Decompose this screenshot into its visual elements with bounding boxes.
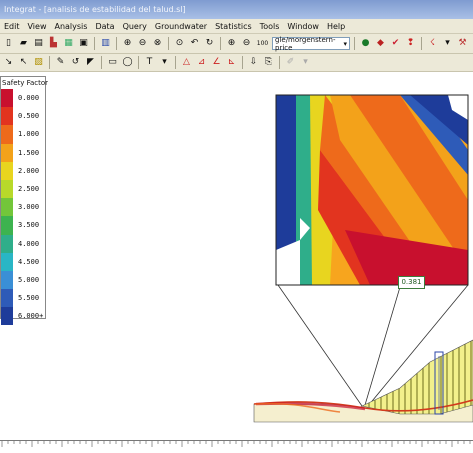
table-icon[interactable]: ▦ xyxy=(62,37,75,50)
chevron-down-icon[interactable]: ▾ xyxy=(158,56,171,69)
dimension-icon[interactable]: ⊾ xyxy=(225,56,238,69)
query-icon[interactable]: ☇ xyxy=(426,37,439,50)
chevron-down-icon[interactable]: ▾ xyxy=(299,56,312,69)
new-file-icon[interactable]: ▯ xyxy=(2,37,15,50)
toolbar-separator xyxy=(421,37,422,50)
method-select[interactable]: gle/morgenstern-price ▾ xyxy=(272,35,350,52)
ellipse-icon[interactable]: ◯ xyxy=(121,56,134,69)
window-title: Integrat - [analisis de estabilidad del … xyxy=(4,5,186,14)
horizontal-ruler xyxy=(0,440,473,451)
menu-item-help[interactable]: Help xyxy=(323,22,349,31)
menu-item-analysis[interactable]: Analysis xyxy=(50,22,91,31)
toolbar-separator xyxy=(175,56,176,69)
toolbar-separator xyxy=(49,56,50,69)
toolbar-separator xyxy=(101,56,102,69)
zoom-window-icon[interactable]: ⊗ xyxy=(151,37,164,50)
pencil-icon[interactable]: ✎ xyxy=(54,56,67,69)
menu-item-edit[interactable]: Edit xyxy=(0,22,24,31)
min-safety-factor-label: 0.381 xyxy=(398,276,425,289)
text-tool-icon[interactable]: T xyxy=(143,56,156,69)
export-icon[interactable]: ▣ xyxy=(77,37,90,50)
region-icon[interactable]: ▨ xyxy=(32,56,45,69)
zoom-level-label[interactable]: 100 xyxy=(255,37,270,50)
menu-item-window[interactable]: Window xyxy=(283,22,323,31)
menu-item-tools[interactable]: Tools xyxy=(256,22,284,31)
slope-cross-section xyxy=(253,339,473,423)
results-icon[interactable]: ◆ xyxy=(374,37,387,50)
edit-disabled-icon[interactable]: ✐ xyxy=(284,56,297,69)
angle-icon[interactable]: ∠ xyxy=(210,56,223,69)
leader-line-callout xyxy=(364,286,401,406)
window-title-bar: Integrat - [analisis de estabilidad del … xyxy=(0,0,473,19)
toolbar-separator xyxy=(116,37,117,50)
toolbar-separator xyxy=(220,37,221,50)
leader-line-left xyxy=(277,284,363,407)
calendar-icon[interactable]: ▥ xyxy=(99,37,112,50)
menu-item-data[interactable]: Data xyxy=(91,22,118,31)
toolbar-separator xyxy=(168,37,169,50)
select-arrow-icon[interactable]: ↘ xyxy=(2,56,15,69)
triangle-icon[interactable]: △ xyxy=(180,56,193,69)
toolbar-separator xyxy=(138,56,139,69)
menu-bar: Edit View Analysis Data Query Groundwate… xyxy=(0,19,473,34)
menu-item-statistics[interactable]: Statistics xyxy=(211,22,256,31)
copy-icon[interactable]: ⎘ xyxy=(262,56,275,69)
method-select-value: gle/morgenstern-price xyxy=(275,35,336,52)
refresh-icon[interactable]: ↻ xyxy=(203,37,216,50)
toolbar-separator xyxy=(354,37,355,50)
info-icon[interactable]: ❢ xyxy=(404,37,417,50)
drawing-toolbar: ↘ ↖ ▨ ✎ ↺ ◤ ▭ ◯ T ▾ △ ⊿ ∠ ⊾ ⇩ ⎘ ✐ ▾ xyxy=(0,54,473,72)
model-canvas[interactable] xyxy=(0,73,473,443)
menu-item-query[interactable]: Query xyxy=(119,22,151,31)
toolbar-separator xyxy=(279,56,280,69)
open-file-icon[interactable]: ▰ xyxy=(17,37,30,50)
magnify-plus-icon[interactable]: ⊕ xyxy=(225,37,238,50)
zoom-all-icon[interactable]: ⊙ xyxy=(173,37,186,50)
main-toolbar: ▯ ▰ ▤ ▙ ▦ ▣ ▥ ⊕ ⊖ ⊗ ⊙ ↶ ↻ ⊕ ⊖ 100 gle/mo… xyxy=(0,34,473,54)
tool-icon[interactable]: ⚒ xyxy=(456,37,469,50)
check-icon[interactable]: ✔ xyxy=(389,37,402,50)
safety-factor-contour-plot xyxy=(276,95,468,285)
compute-icon[interactable]: ● xyxy=(359,37,372,50)
arrow-down-icon[interactable]: ⇩ xyxy=(247,56,260,69)
toolbar-separator xyxy=(242,56,243,69)
sliding-mass xyxy=(361,339,473,415)
chart-icon[interactable]: ▙ xyxy=(47,37,60,50)
zoom-out-icon[interactable]: ⊖ xyxy=(136,37,149,50)
polyline-icon[interactable]: ◤ xyxy=(84,56,97,69)
zoom-previous-icon[interactable]: ↶ xyxy=(188,37,201,50)
pointer-icon[interactable]: ↖ xyxy=(17,56,30,69)
chevron-down-icon: ▾ xyxy=(343,39,347,48)
toolbar-separator xyxy=(94,37,95,50)
menu-item-groundwater[interactable]: Groundwater xyxy=(151,22,211,31)
curve-icon[interactable]: ↺ xyxy=(69,56,82,69)
magnify-minus-icon[interactable]: ⊖ xyxy=(240,37,253,50)
measure-icon[interactable]: ⊿ xyxy=(195,56,208,69)
menu-item-view[interactable]: View xyxy=(24,22,51,31)
rectangle-icon[interactable]: ▭ xyxy=(106,56,119,69)
print-icon[interactable]: ▤ xyxy=(32,37,45,50)
chevron-down-icon[interactable]: ▾ xyxy=(441,37,454,50)
zoom-in-icon[interactable]: ⊕ xyxy=(121,37,134,50)
